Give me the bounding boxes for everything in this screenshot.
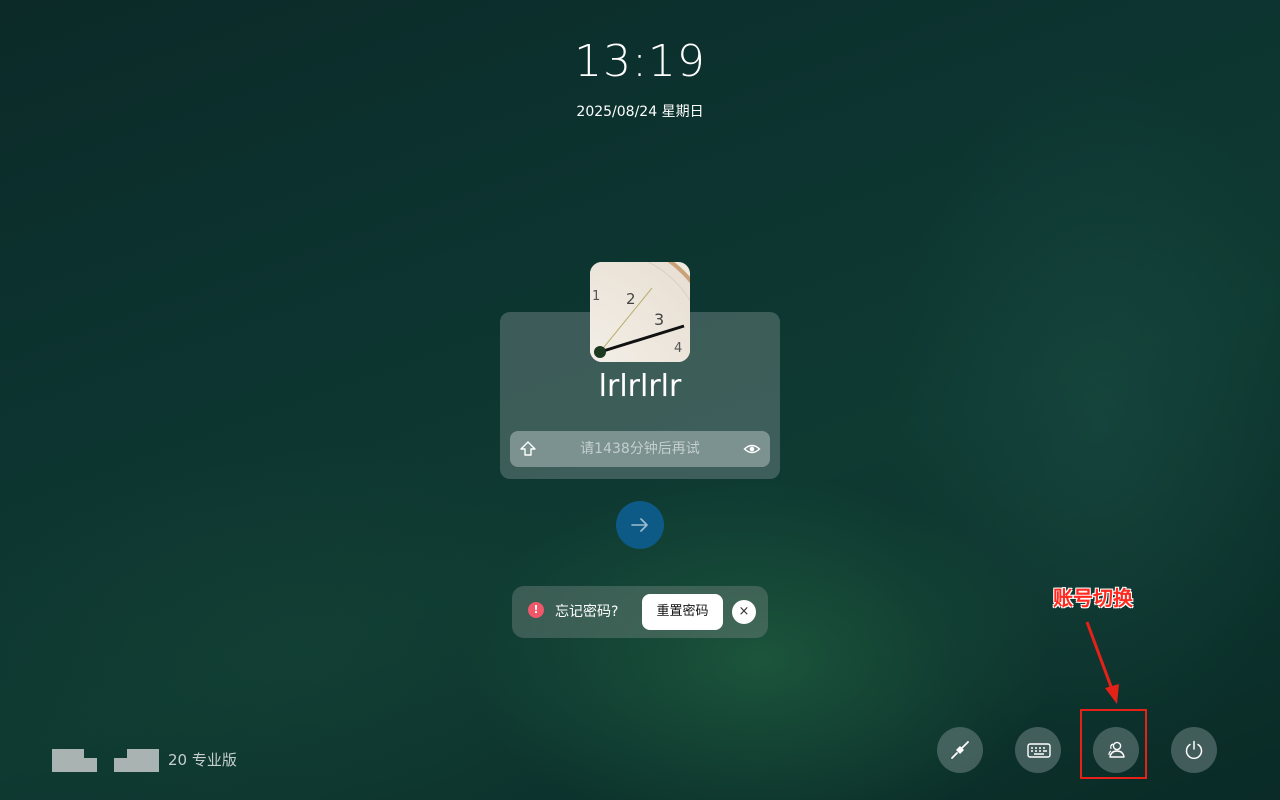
username: lrlrlrlr (598, 369, 682, 404)
os-edition-label: 20 专业版 (168, 751, 237, 769)
clock-date: 2025/08/24 星期日 (576, 104, 704, 120)
user-avatar[interactable]: 1 2 3 4 (590, 262, 690, 362)
eye-icon[interactable] (743, 440, 761, 458)
power-button[interactable] (1171, 727, 1217, 773)
forgot-password-text: 忘记密码? (555, 604, 619, 620)
keyboard-button[interactable] (1015, 727, 1061, 773)
annotation-label: 账号切换 (1053, 586, 1133, 610)
password-field[interactable]: 请1438分钟后再试 (510, 431, 770, 467)
os-logo-block (84, 758, 97, 772)
svg-text:3: 3 (654, 310, 664, 329)
users-icon (1108, 741, 1125, 758)
network-button[interactable] (937, 727, 983, 773)
switch-user-button[interactable] (1093, 727, 1139, 773)
arrow-right-icon (631, 518, 648, 532)
plug-icon (951, 741, 969, 759)
reset-password-button[interactable]: 重置密码 (642, 594, 723, 630)
capslock-icon (520, 441, 536, 456)
os-logo-block (114, 758, 127, 772)
clock-time: 13:19 (574, 36, 706, 87)
close-notice-button[interactable]: × (732, 600, 756, 624)
keyboard-icon (1027, 743, 1051, 758)
os-logo-block (52, 749, 84, 772)
submit-button[interactable] (616, 501, 664, 549)
annotation-arrow (1085, 621, 1119, 704)
svg-text:1: 1 (592, 289, 600, 304)
svg-text:4: 4 (674, 341, 682, 356)
alert-icon: ! (528, 602, 544, 618)
forgot-password-notice: ! 忘记密码? 重置密码 × (512, 586, 768, 638)
password-placeholder[interactable]: 请1438分钟后再试 (550, 431, 730, 467)
svg-text:2: 2 (626, 290, 636, 308)
clock-avatar-image: 1 2 3 4 (590, 262, 690, 362)
os-logo-block (127, 749, 159, 772)
power-icon (1185, 740, 1203, 760)
